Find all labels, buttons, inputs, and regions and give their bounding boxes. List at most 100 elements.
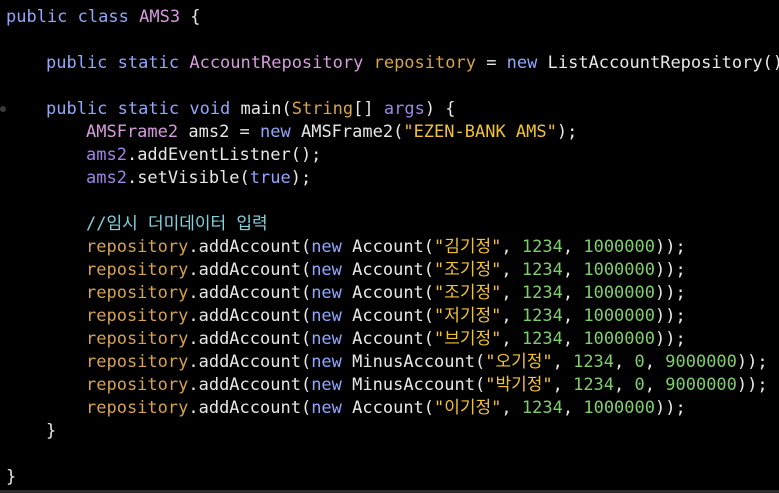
code-token-type: AccountRepository: [189, 53, 364, 73]
code-token-string: "조기정": [434, 260, 502, 280]
code-token-field: repository: [86, 306, 189, 326]
code-token-field: repository: [86, 260, 189, 280]
code-token-field: repository: [86, 329, 189, 349]
code-line[interactable]: repository.addAccount(new Account("조기정",…: [6, 282, 686, 305]
code-token-keyword: new: [311, 237, 342, 257]
code-token-variable: args: [383, 99, 425, 119]
code-token-number: 1234: [521, 398, 563, 418]
code-token-keyword: void: [189, 99, 231, 119]
code-token-number: 1000000: [583, 306, 655, 326]
code-token-number: 1000000: [583, 283, 655, 303]
code-token-plain: ));: [736, 352, 768, 372]
code-token-plain: .addEventListner();: [126, 145, 322, 165]
code-token-number: 1234: [573, 375, 615, 395]
code-token-string: "김기정": [434, 237, 502, 257]
code-token-plain: .addAccount(: [188, 352, 312, 372]
code-line[interactable]: //임시 더미데이터 입력: [6, 213, 268, 236]
code-token-keyword: new: [311, 398, 342, 418]
code-token-plain: ,: [501, 237, 522, 257]
code-token-plain: =: [475, 53, 507, 73]
code-token-plain: ,: [562, 283, 584, 303]
code-editor[interactable]: public class AMS3 {public static Account…: [0, 0, 779, 493]
code-line[interactable]: repository.addAccount(new MinusAccount("…: [6, 374, 768, 397]
code-token-number: 1000000: [583, 398, 655, 418]
code-token-type: AMS3: [139, 7, 181, 27]
code-line[interactable]: repository.addAccount(new Account("브기정",…: [6, 328, 686, 351]
code-token-plain: ,: [552, 375, 574, 395]
code-line[interactable]: public class AMS3 {: [6, 6, 201, 29]
code-token-keyword: public: [46, 53, 108, 73]
code-token-field: repository: [86, 398, 189, 418]
code-line[interactable]: ams2.addEventListner();: [6, 144, 321, 167]
code-line[interactable]: AMSFrame2 ams2 = new AMSFrame2("EZEN-BAN…: [6, 121, 577, 144]
code-token-plain: ));: [655, 329, 686, 349]
code-token-plain: .addAccount(: [188, 260, 312, 280]
code-token-keyword: new: [311, 283, 342, 303]
code-line[interactable]: repository.addAccount(new Account("김기정",…: [6, 236, 686, 259]
code-token-field: repository: [86, 375, 189, 395]
code-token-plain: []: [353, 99, 384, 119]
code-token-keyword: public: [6, 7, 68, 27]
code-token-plain: ams2 =: [178, 122, 261, 142]
code-line[interactable]: }: [6, 466, 16, 489]
code-token-number: 1234: [521, 306, 563, 326]
code-token-string: "박기정": [485, 375, 553, 395]
code-token-plain: ));: [655, 237, 686, 257]
code-token-plain: ));: [736, 375, 768, 395]
code-token-field: repository: [373, 53, 476, 73]
code-token-plain: .addAccount(: [188, 237, 312, 257]
code-token-keyword: new: [311, 375, 342, 395]
code-line[interactable]: public static void main(String[] args) {: [6, 98, 456, 121]
code-token-plain: ,: [501, 283, 522, 303]
code-token-number: 1000000: [583, 237, 655, 257]
code-token-keyword: new: [311, 306, 342, 326]
code-line[interactable]: ams2.setVisible(true);: [6, 167, 311, 190]
code-token-number: 9000000: [665, 352, 737, 372]
code-token-plain: );: [290, 168, 312, 188]
code-token-number: 1234: [521, 237, 563, 257]
code-token-plain: main(: [230, 99, 292, 119]
code-line[interactable]: repository.addAccount(new Account("이기정",…: [6, 397, 686, 420]
code-token-number: 1234: [521, 283, 563, 303]
code-token-plain: ,: [644, 375, 666, 395]
code-line[interactable]: repository.addAccount(new Account("저기정",…: [6, 305, 686, 328]
code-token-field: String: [291, 99, 354, 119]
code-token-comment: //임시 더미데이터 입력: [86, 214, 268, 234]
code-token-plain: .addAccount(: [188, 329, 312, 349]
code-token-field: repository: [86, 237, 189, 257]
code-token-keyword: public: [46, 99, 108, 119]
code-token-number: 0: [634, 352, 645, 372]
code-token-plain: ,: [614, 375, 635, 395]
code-token-plain: ));: [655, 260, 686, 280]
code-token-keyword: new: [260, 122, 291, 142]
code-token-plain: ) {: [424, 99, 456, 119]
code-line[interactable]: public static AccountRepository reposito…: [6, 52, 779, 75]
code-token-string: "조기정": [434, 283, 502, 303]
code-token-plain: AMSFrame2(: [290, 122, 404, 142]
code-token-field: repository: [86, 283, 189, 303]
code-token-plain: Account(: [341, 306, 435, 326]
fold-marker-icon[interactable]: [0, 106, 6, 112]
code-token-keyword: static: [117, 53, 180, 73]
code-line[interactable]: }: [6, 420, 56, 443]
code-token-plain: ,: [501, 260, 522, 280]
code-token-plain: Account(: [341, 398, 435, 418]
code-token-keyword: static: [117, 99, 180, 119]
code-token-plain: ,: [562, 260, 584, 280]
code-token-string: "저기정": [434, 306, 502, 326]
code-line[interactable]: repository.addAccount(new Account("조기정",…: [6, 259, 686, 282]
code-token-plain: .setVisible(: [126, 168, 250, 188]
code-line[interactable]: repository.addAccount(new MinusAccount("…: [6, 351, 768, 374]
code-token-plain: ,: [562, 398, 584, 418]
code-token-plain: .addAccount(: [188, 306, 312, 326]
code-token-plain: .addAccount(: [188, 375, 312, 395]
code-token-field: repository: [86, 352, 189, 372]
code-token-string: "이기정": [434, 398, 502, 418]
code-token-string: "오기정": [485, 352, 553, 372]
code-token-number: 1000000: [583, 329, 655, 349]
